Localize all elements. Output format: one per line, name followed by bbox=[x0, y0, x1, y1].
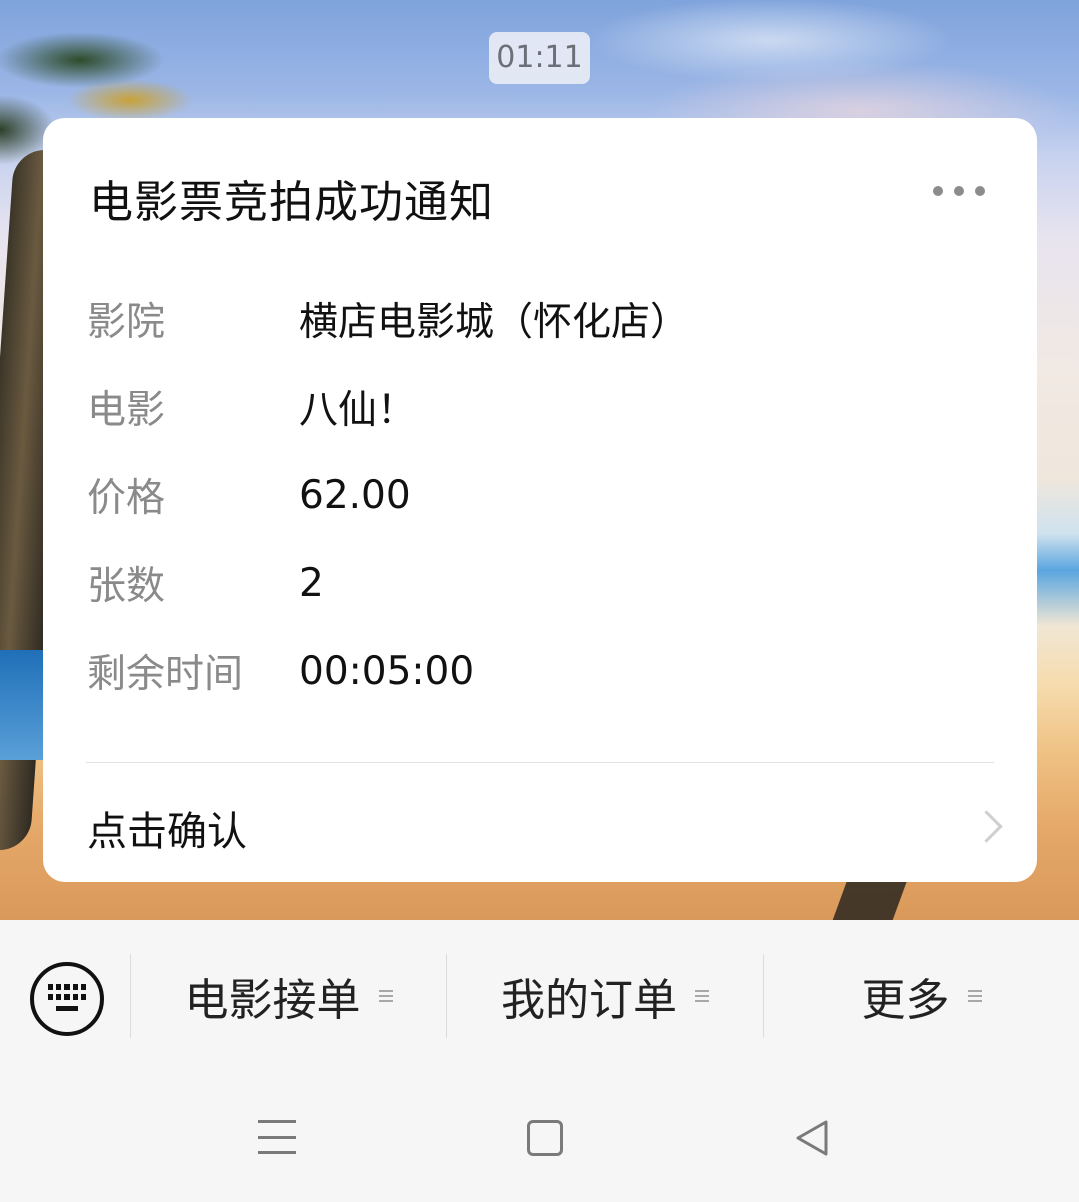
menu-item-movie-orders[interactable]: 电影接单 bbox=[131, 960, 446, 1032]
service-menu-bar: 电影接单 我的订单 更多 bbox=[0, 920, 1079, 1074]
home-square-icon[interactable] bbox=[527, 1120, 563, 1156]
system-nav-bar bbox=[0, 1074, 1079, 1202]
keyboard-icon[interactable] bbox=[30, 962, 104, 1036]
row-value: 2 bbox=[299, 560, 324, 606]
menu-icon[interactable] bbox=[258, 1120, 296, 1154]
confirm-label: 点击确认 bbox=[87, 809, 247, 855]
row-label: 影院 bbox=[87, 300, 166, 345]
row-label: 剩余时间 bbox=[87, 652, 244, 697]
shadow-strip bbox=[832, 880, 908, 920]
info-row-price: 价格 62.00 bbox=[87, 470, 411, 522]
chevron-right-icon bbox=[970, 810, 1003, 843]
menu-item-label: 电影接单 bbox=[184, 975, 361, 1026]
info-row-movie: 电影 八仙！ bbox=[87, 382, 417, 433]
menu-item-label: 更多 bbox=[861, 975, 950, 1026]
more-dots-icon[interactable] bbox=[933, 182, 985, 200]
info-row-cinema: 影院 横店电影城（怀化店） bbox=[87, 294, 690, 345]
row-value: 横店电影城（怀化店） bbox=[299, 300, 690, 345]
card-title: 电影票竞拍成功通知 bbox=[89, 177, 494, 228]
info-row-remaining-time: 剩余时间 00:05:00 bbox=[87, 646, 475, 698]
info-row-quantity: 张数 2 bbox=[87, 558, 324, 610]
submenu-lines-icon bbox=[378, 990, 393, 1002]
back-triangle-icon[interactable] bbox=[792, 1118, 832, 1158]
notification-card[interactable]: 电影票竞拍成功通知 影院 横店电影城（怀化店） 电影 八仙！ 价格 62.00 … bbox=[43, 118, 1037, 882]
row-label: 电影 bbox=[87, 388, 166, 433]
row-value: 八仙！ bbox=[299, 388, 417, 433]
message-timestamp: 01:11 bbox=[489, 32, 590, 84]
row-label: 价格 bbox=[87, 476, 166, 521]
menu-item-label: 我的订单 bbox=[501, 975, 677, 1026]
confirm-link[interactable]: 点击确认 bbox=[43, 763, 1037, 882]
submenu-lines-icon bbox=[967, 990, 982, 1002]
row-value: 00:05:00 bbox=[299, 648, 475, 694]
menu-item-more[interactable]: 更多 bbox=[764, 960, 1079, 1032]
row-label: 张数 bbox=[87, 564, 166, 609]
submenu-lines-icon bbox=[695, 990, 709, 1002]
menu-item-my-orders[interactable]: 我的订单 bbox=[447, 960, 763, 1032]
row-value: 62.00 bbox=[299, 472, 411, 518]
